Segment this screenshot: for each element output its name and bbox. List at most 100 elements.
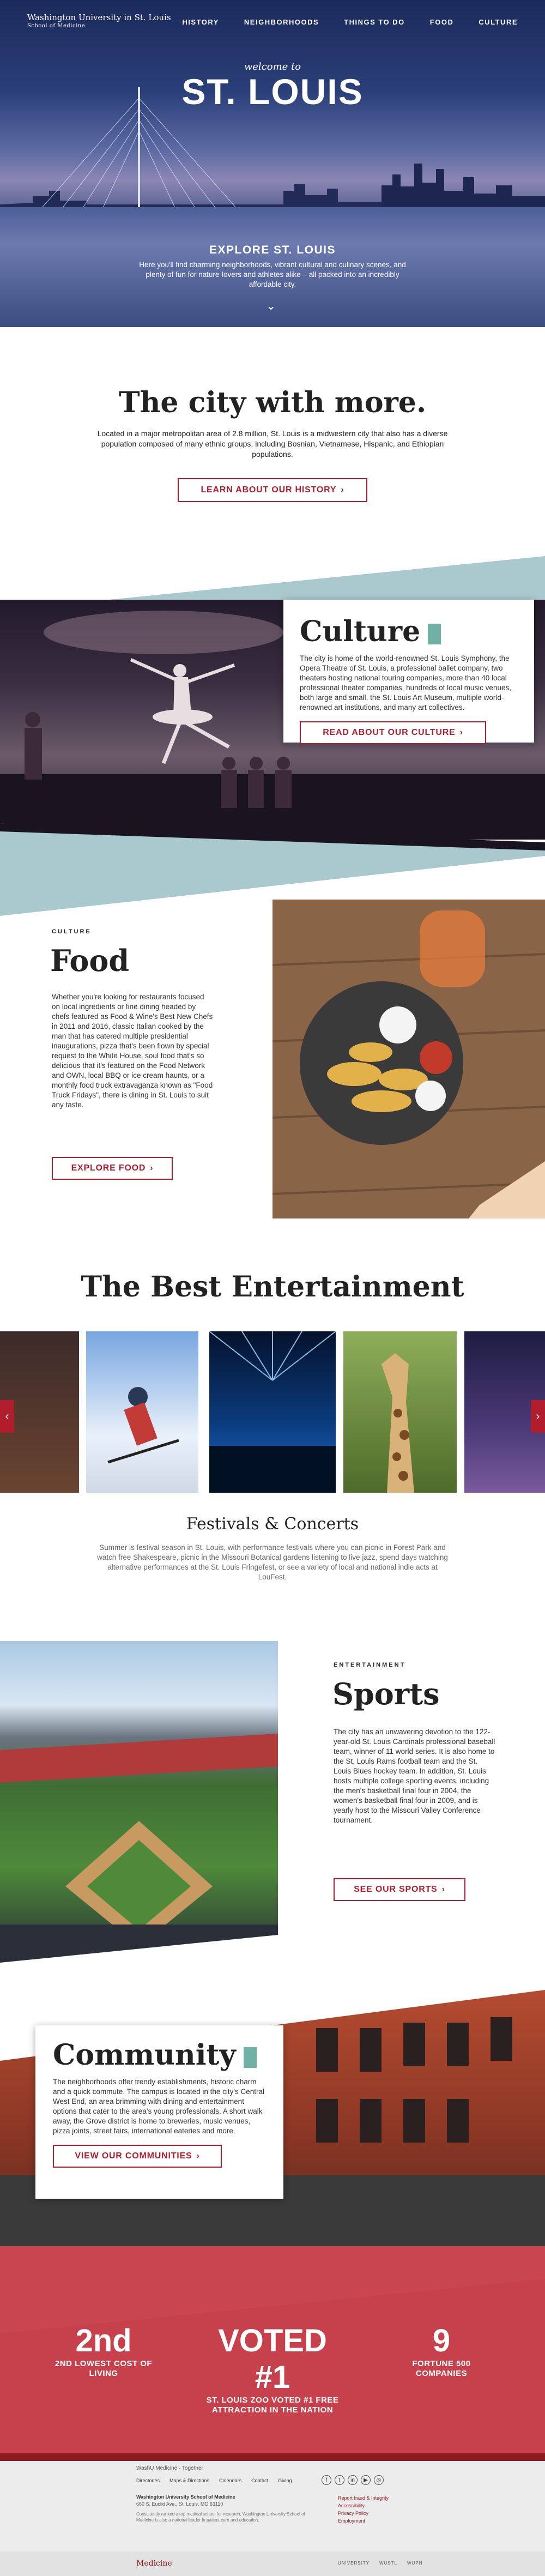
entertainment-title: The Best Entertainment [81, 1270, 464, 1304]
main-nav: HISTORY NEIGHBORHOODS THINGS TO DO FOOD … [182, 18, 518, 26]
nav-history[interactable]: HISTORY [182, 18, 219, 26]
stat-label: ST. LOUIS ZOO VOTED #1 FREE ATTRACTION I… [206, 2396, 339, 2415]
food-button-label: EXPLORE FOOD [71, 1163, 146, 1173]
logo-line2: School of Medicine [27, 23, 86, 29]
footer-address-title: Washington University School of Medicine [136, 2494, 235, 2500]
community-button-label: VIEW OUR COMMUNITIES [75, 2151, 192, 2161]
footer-bottom-link[interactable]: WUPH [407, 2561, 422, 2566]
food-image [272, 900, 545, 1218]
arrow-right-icon: › [196, 2151, 200, 2161]
footer-resources: Report fraud & Integrity Accessibility P… [338, 2494, 389, 2525]
footer-bottom-link[interactable]: WUSTL [379, 2561, 397, 2566]
footer-address: 660 S. Euclid Ave., St. Louis, MO 63110 [136, 2501, 223, 2507]
community-title: Community [53, 2038, 266, 2072]
footer-bottom-bar: Medicine UNIVERSITY WUSTL WUPH [0, 2551, 545, 2576]
top-bar: Washington University in St. Louis Schoo… [0, 0, 545, 44]
chevron-left-icon: ‹ [5, 1410, 9, 1422]
gallery-image-giraffe[interactable] [343, 1331, 457, 1493]
arrow-right-icon: › [441, 1885, 445, 1894]
footer-link-directories[interactable]: Directories [136, 2478, 160, 2483]
arrow-right-icon: › [459, 728, 463, 737]
footer-blurb: Consistently ranked a top medical school… [136, 2512, 305, 2523]
twitter-icon[interactable]: t [335, 2475, 344, 2485]
footer-link-maps[interactable]: Maps & Directions [169, 2478, 209, 2483]
festivals-title: Festivals & Concerts [186, 1515, 359, 1534]
stat-cost-of-living: 2nd 2ND LOWEST COST OF LIVING [49, 2322, 158, 2379]
culture-button[interactable]: READ ABOUT OUR CULTURE › [300, 721, 486, 744]
intro-title: The city with more. [118, 386, 427, 419]
footer-red-bar [0, 2453, 545, 2461]
footer-address-block: Washington University School of Medicine… [136, 2494, 305, 2523]
food-text: Whether you're looking for restaurants f… [52, 993, 213, 1109]
footer-logo[interactable]: Medicine [136, 2559, 172, 2568]
sports-title: Sports [332, 1676, 440, 1711]
nav-things-to-do[interactable]: THINGS TO DO [344, 18, 405, 26]
culture-card: Culture The city is home of the world-re… [283, 600, 534, 744]
facebook-icon[interactable]: f [322, 2475, 331, 2485]
footer-bottom-link[interactable]: UNIVERSITY [338, 2561, 370, 2566]
footer-resource-link[interactable]: Employment [338, 2517, 389, 2525]
food-button[interactable]: EXPLORE FOOD › [52, 1157, 173, 1180]
nav-culture[interactable]: CULTURE [479, 18, 518, 26]
accent-square [428, 623, 441, 644]
culture-button-label: READ ABOUT OUR CULTURE [323, 728, 456, 737]
footer-resource-link[interactable]: Privacy Policy [338, 2509, 389, 2517]
explore-heading: EXPLORE ST. LOUIS [209, 244, 336, 256]
gallery-image-concert[interactable] [209, 1331, 336, 1493]
stat-zoo: VOTED #1 ST. LOUIS ZOO VOTED #1 FREE ATT… [196, 2322, 349, 2415]
gallery-image-skier[interactable] [86, 1331, 198, 1493]
instagram-icon[interactable]: ◎ [374, 2475, 384, 2485]
footer-links: Directories Maps & Directions Calendars … [136, 2478, 292, 2483]
hero-description: Here you'll find charming neighborhoods,… [139, 261, 406, 288]
food-eyebrow: CULTURE [52, 928, 92, 935]
community-button[interactable]: VIEW OUR COMMUNITIES › [53, 2145, 222, 2168]
festivals-text: Summer is festival season in St. Louis, … [97, 1543, 448, 1581]
youtube-icon[interactable]: ▶ [361, 2475, 371, 2485]
sports-button-label: SEE OUR SPORTS [354, 1885, 438, 1894]
culture-title: Culture [300, 615, 518, 648]
nav-food[interactable]: FOOD [430, 18, 454, 26]
footer-link-calendars[interactable]: Calendars [219, 2478, 241, 2483]
footer-link-contact[interactable]: Contact [251, 2478, 268, 2483]
community-text: The neighborhoods offer trendy establish… [53, 2078, 265, 2135]
footer-resource-link[interactable]: Report fraud & Integrity [338, 2494, 389, 2502]
arrow-right-icon: › [341, 485, 344, 494]
teal-band-bottom [0, 823, 545, 916]
logo-line1: Washington University in St. Louis [27, 13, 171, 22]
footer: WashU Medicine · Together Directories Ma… [0, 2453, 545, 2576]
stat-value: VOTED #1 [218, 2323, 327, 2395]
gallery-prev-button[interactable]: ‹ [0, 1400, 14, 1433]
footer-bottom-links: UNIVERSITY WUSTL WUPH [338, 2561, 422, 2566]
chevron-down-icon[interactable]: ⌄ [266, 299, 276, 313]
stat-label: FORTUNE 500 COMPANIES [412, 2359, 471, 2378]
sports-text: The city has an unwavering devotion to t… [334, 1728, 495, 1824]
footer-resource-link[interactable]: Accessibility [338, 2502, 389, 2509]
nav-neighborhoods[interactable]: NEIGHBORHOODS [244, 18, 319, 26]
social-icons: f t in ▶ ◎ [322, 2475, 384, 2485]
stats-section: 2nd 2ND LOWEST COST OF LIVING VOTED #1 S… [0, 2246, 545, 2453]
stat-value: 9 [432, 2323, 451, 2358]
history-button[interactable]: LEARN ABOUT OUR HISTORY › [178, 478, 367, 502]
university-logo[interactable]: Washington University in St. Louis Schoo… [27, 13, 171, 31]
history-button-label: LEARN ABOUT OUR HISTORY [201, 485, 337, 494]
footer-link-giving[interactable]: Giving [278, 2478, 292, 2483]
sports-eyebrow: ENTERTAINMENT [334, 1662, 406, 1668]
gallery-next-button[interactable]: › [531, 1400, 545, 1433]
community-title-text: Community [53, 2038, 236, 2072]
hero-section: Washington University in St. Louis Schoo… [0, 0, 545, 327]
stat-fortune500: 9 FORTUNE 500 COMPANIES [392, 2322, 491, 2379]
linkedin-icon[interactable]: in [348, 2475, 358, 2485]
intro-text: Located in a major metropolitan area of … [97, 429, 448, 459]
food-title: Food [50, 943, 130, 978]
chevron-right-icon: › [536, 1410, 540, 1422]
culture-title-text: Culture [300, 615, 421, 648]
city-title: ST. LOUIS [181, 71, 364, 112]
arrow-right-icon: › [150, 1163, 154, 1173]
accent-square [243, 2047, 257, 2068]
sports-button[interactable]: SEE OUR SPORTS › [334, 1878, 465, 1901]
culture-text: The city is home of the world-renowned S… [300, 654, 511, 711]
footer-banner: WashU Medicine · Together [136, 2465, 203, 2471]
community-card: Community The neighborhoods offer trendy… [35, 2025, 283, 2199]
stat-label: 2ND LOWEST COST OF LIVING [55, 2359, 153, 2378]
sports-divider [0, 1908, 545, 1974]
